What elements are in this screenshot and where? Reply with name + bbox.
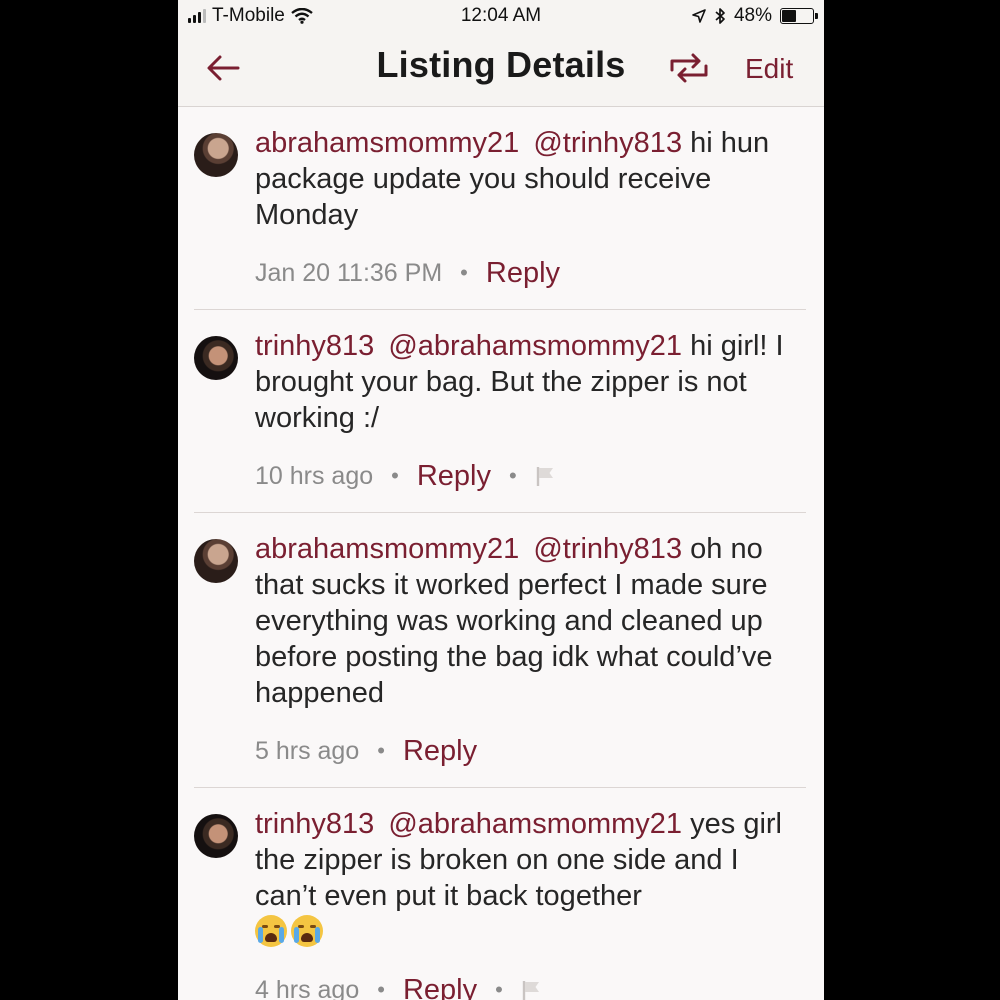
reply-button[interactable]: Reply — [417, 460, 491, 493]
battery-icon — [780, 8, 818, 24]
phone-screen: T-Mobile 12:04 AM 48% Listing Details Ed… — [178, 0, 824, 1000]
comment-mention[interactable]: @trinhy813 — [533, 127, 682, 159]
flag-icon[interactable] — [521, 979, 543, 1000]
comment-username[interactable]: abrahamsmommy21 — [255, 127, 519, 159]
battery-percent: 48% — [733, 5, 772, 26]
reply-button[interactable]: Reply — [403, 974, 477, 1000]
comment-list: abrahamsmommy21 @trinhy813 hi hun package… — [178, 107, 824, 1000]
comment-meta: 5 hrs ago • Reply — [255, 733, 806, 769]
comment-body: trinhy813 @abrahamsmommy21 hi girl! I bro… — [255, 328, 806, 436]
comment-meta: 4 hrs ago • Reply • — [255, 972, 806, 1000]
comment-mention[interactable]: @abrahamsmommy21 — [388, 330, 682, 362]
edit-button[interactable]: Edit — [745, 53, 793, 85]
comment-body: abrahamsmommy21 @trinhy813 hi hun package… — [255, 125, 806, 233]
comment-username[interactable]: trinhy813 — [255, 330, 374, 362]
comment-mention[interactable]: @trinhy813 — [533, 533, 682, 565]
reply-button[interactable]: Reply — [486, 257, 560, 290]
comment-item: abrahamsmommy21 @trinhy813 hi hun package… — [194, 107, 806, 310]
comment-mention[interactable]: @abrahamsmommy21 — [388, 808, 682, 840]
comment-body: trinhy813 @abrahamsmommy21 yes girl the z… — [255, 806, 806, 950]
comment-username[interactable]: abrahamsmommy21 — [255, 533, 519, 565]
nav-header: Listing Details Edit — [178, 32, 824, 107]
comment-item: trinhy813 @abrahamsmommy21 yes girl the z… — [194, 788, 806, 1000]
comment-time: 4 hrs ago — [255, 975, 360, 1000]
separator-dot: • — [377, 977, 385, 1000]
page-title: Listing Details — [376, 44, 626, 85]
repost-icon[interactable] — [667, 50, 711, 86]
separator-dot: • — [509, 463, 517, 488]
comment-meta: Jan 20 11:36 PM • Reply — [255, 255, 806, 291]
flag-icon[interactable] — [535, 465, 557, 487]
separator-dot: • — [377, 738, 385, 763]
comment-time: 10 hrs ago — [255, 461, 374, 490]
comment-item: abrahamsmommy21 @trinhy813 oh no that suc… — [194, 513, 806, 788]
comment-time: 5 hrs ago — [255, 736, 360, 765]
separator-dot: • — [460, 260, 468, 285]
battery-fill — [782, 10, 796, 22]
comment-item: trinhy813 @abrahamsmommy21 hi girl! I bro… — [194, 310, 806, 513]
comment-time: Jan 20 11:36 PM — [255, 258, 443, 287]
avatar[interactable] — [194, 133, 238, 177]
comment-body: abrahamsmommy21 @trinhy813 oh no that suc… — [255, 531, 806, 711]
avatar[interactable] — [194, 336, 238, 380]
avatar[interactable] — [194, 814, 238, 858]
crying-face-emoji — [255, 915, 287, 947]
location-icon — [692, 9, 706, 23]
comment-meta: 10 hrs ago • Reply • — [255, 458, 806, 494]
crying-face-emoji — [291, 915, 323, 947]
separator-dot: • — [495, 977, 503, 1000]
reply-button[interactable]: Reply — [403, 735, 477, 768]
comment-username[interactable]: trinhy813 — [255, 808, 374, 840]
bluetooth-icon — [715, 8, 725, 24]
avatar[interactable] — [194, 539, 238, 583]
status-right: 48% — [692, 5, 818, 27]
status-bar: T-Mobile 12:04 AM 48% — [178, 0, 824, 32]
separator-dot: • — [391, 463, 399, 488]
